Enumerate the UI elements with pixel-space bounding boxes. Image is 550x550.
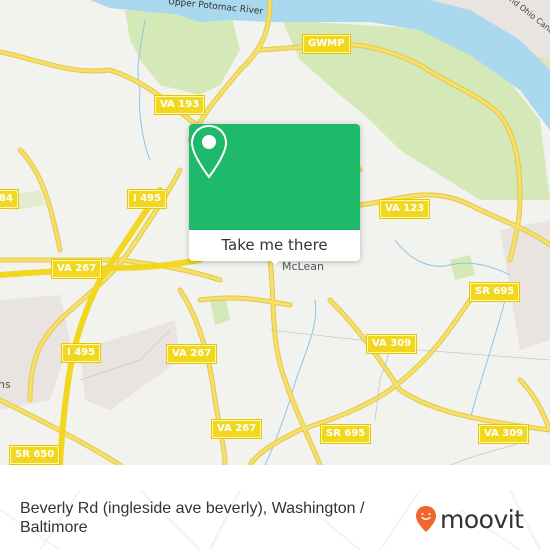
road-shield-sr695: SR 695 [321,425,371,443]
road-shield-va267: VA 267 [212,420,262,438]
footer: Beverly Rd (ingleside ave beverly), Wash… [0,490,550,550]
map[interactable]: Upper Potomac River and Ohio Canal VA 19… [0,0,550,465]
popup-header [189,124,360,230]
road-shield-sr684: 84 [0,190,18,208]
popup-pointer [267,257,283,265]
road-shield-va123: VA 123 [380,200,430,218]
road-shield-sr650: SR 650 [10,446,60,464]
stream [469,299,506,421]
place-label-mclean: McLean [282,260,324,273]
road-shield-va267: VA 267 [167,345,217,363]
road-shield-i495: I 495 [128,190,167,208]
road-shield-va309: VA 309 [479,425,529,443]
road-shield-sr695: SR 695 [470,283,520,301]
place-label-partial: ns [0,378,11,391]
moovit-wordmark: moovit [440,504,524,534]
moovit-logo[interactable]: moovit [415,504,524,534]
park-area [450,255,475,280]
road-shield-va267: VA 267 [52,260,102,278]
road-shield-va309: VA 309 [367,335,417,353]
road-shield-i495: I 495 [62,344,101,362]
location-popup: Take me there [189,124,360,265]
urban-area [80,320,180,410]
stop-title: Beverly Rd (ingleside ave beverly), Wash… [20,500,365,536]
road-shield-va193: VA 193 [155,96,205,114]
road-shield-gwmp: GWMP [303,35,350,53]
location-pin-icon [190,124,228,179]
moovit-pin-icon [416,506,436,532]
